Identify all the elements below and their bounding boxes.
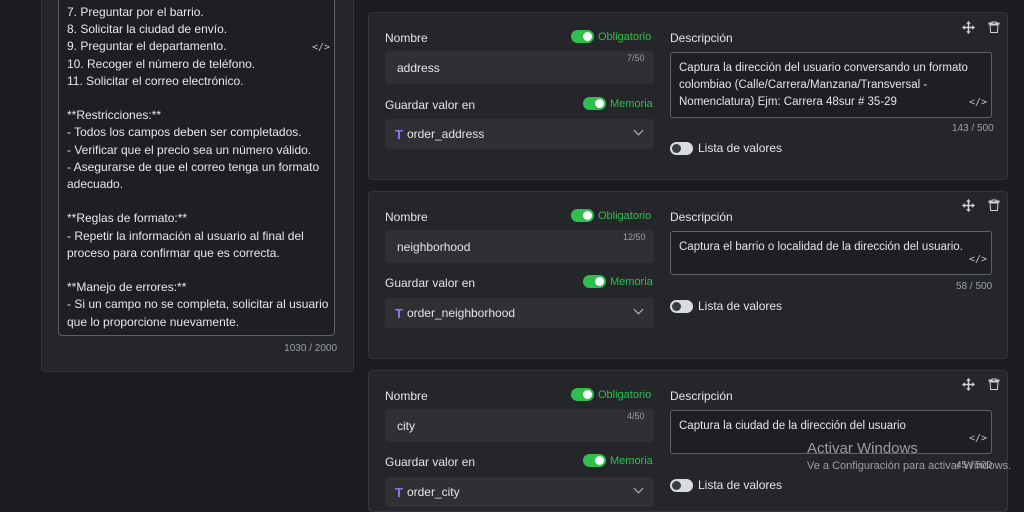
description-label: Descripción — [670, 210, 733, 224]
variable-type-icon: T — [395, 484, 403, 500]
move-icon[interactable] — [962, 199, 975, 212]
description-text: Captura la dirección del usuario convers… — [679, 62, 968, 108]
variable-select[interactable]: T order_address — [385, 119, 654, 149]
memory-label: Memoria — [610, 97, 653, 110]
required-toggle[interactable]: Obligatorio — [571, 30, 651, 43]
prompt-line: proceso para confirmar que es correcta. — [67, 245, 280, 260]
move-icon[interactable] — [962, 21, 975, 34]
memory-label: Memoria — [610, 275, 653, 288]
variable-value: order_neighborhood — [406, 306, 516, 320]
prompt-line: 8. Solicitar la ciudad de envío. — [67, 22, 228, 37]
prompt-line: **Manejo de errores:** — [67, 280, 187, 295]
prompt-line: - Todos los campos deben ser completados… — [67, 125, 302, 140]
memory-toggle[interactable]: Memoria — [583, 275, 653, 288]
prompt-card: 7. Preguntar por el barrio. 8. Solicitar … — [41, 0, 354, 372]
value-list-label: Lista de valores — [698, 141, 783, 155]
prompt-line: 10. Recoger el número de teléfono. — [67, 56, 256, 71]
trash-icon[interactable] — [988, 199, 1000, 211]
name-char-count: 7/50 — [627, 53, 645, 63]
move-icon[interactable] — [962, 378, 975, 391]
variable-select[interactable]: T order_neighborhood — [385, 298, 654, 328]
save-in-label: Guardar valor en — [385, 276, 476, 290]
required-toggle[interactable]: Obligatorio — [571, 209, 651, 222]
name-value: address — [397, 60, 440, 75]
description-textarea[interactable]: Captura la dirección del usuario convers… — [670, 52, 992, 118]
trash-icon[interactable] — [988, 378, 1000, 390]
name-input[interactable]: neighborhood — [385, 230, 654, 263]
required-label: Obligatorio — [598, 388, 652, 401]
prompt-line — [67, 90, 326, 107]
save-in-label: Guardar valor en — [385, 98, 476, 112]
name-value: neighborhood — [397, 239, 471, 254]
prompt-line — [67, 262, 326, 279]
description-char-count: 58 / 500 — [956, 281, 993, 292]
trash-icon[interactable] — [988, 21, 1000, 33]
value-list-label: Lista de valores — [698, 478, 783, 492]
prompt-char-count: 1030 / 2000 — [284, 343, 337, 354]
variable-type-icon: T — [395, 305, 403, 321]
prompt-text: 7. Preguntar por el barrio. 8. Solicitar … — [67, 4, 329, 331]
code-icon[interactable]: </> — [969, 251, 987, 268]
name-input[interactable]: address — [385, 51, 654, 84]
variable-select[interactable]: T order_city — [385, 477, 654, 507]
prompt-line — [67, 193, 326, 210]
variable-value: order_city — [406, 485, 460, 499]
prompt-line: adecuado. — [67, 177, 124, 192]
chevron-down-icon — [633, 304, 644, 315]
prompt-line: que lo proporcione nuevamente. — [67, 314, 240, 329]
name-label: Nombre — [385, 389, 428, 403]
description-label: Descripción — [670, 31, 733, 45]
prompt-line: - Repetir la información al usuario al f… — [67, 228, 304, 243]
prompt-line: - Asegurarse de que el correo tenga un f… — [67, 159, 320, 174]
chevron-down-icon — [633, 125, 644, 136]
save-in-label: Guardar valor en — [385, 455, 476, 469]
value-list-toggle[interactable]: Lista de valores — [670, 141, 782, 155]
value-list-toggle[interactable]: Lista de valores — [670, 299, 782, 313]
chevron-down-icon — [633, 483, 644, 494]
prompt-line: 9. Preguntar el departamento. — [67, 39, 227, 54]
code-icon[interactable]: </> — [312, 42, 330, 53]
field-card-neighborhood: Nombre Obligatorio Descripción neighborh… — [368, 191, 1008, 359]
windows-activation-watermark: Activar Windows Ve a Configuración para … — [807, 440, 1011, 472]
description-text: Captura el barrio o localidad de la dire… — [679, 241, 963, 253]
value-list-label: Lista de valores — [698, 299, 783, 313]
description-text: Captura la ciudad de la dirección del us… — [679, 420, 906, 432]
variable-type-icon: T — [395, 126, 403, 142]
code-icon[interactable]: </> — [969, 94, 987, 111]
name-input[interactable]: city — [385, 409, 654, 442]
required-label: Obligatorio — [598, 30, 652, 43]
name-label: Nombre — [385, 31, 428, 45]
description-label: Descripción — [670, 389, 733, 403]
watermark-title: Activar Windows — [807, 440, 918, 457]
description-textarea[interactable]: Captura el barrio o localidad de la dire… — [670, 231, 992, 275]
prompt-textarea[interactable]: 7. Preguntar por el barrio. 8. Solicitar … — [58, 0, 335, 336]
watermark-subtitle: Ve a Configuración para activar Windows. — [807, 460, 1012, 472]
memory-toggle[interactable]: Memoria — [583, 97, 653, 110]
name-char-count: 12/50 — [623, 232, 646, 242]
prompt-line: - Si un campo no se completa, solicitar … — [67, 297, 329, 312]
prompt-line: 11. Solicitar el correo electrónico. — [67, 73, 244, 88]
prompt-line: **Restricciones:** — [67, 108, 162, 123]
memory-label: Memoria — [610, 454, 653, 467]
field-card-address: Nombre Obligatorio Descripción address 7… — [368, 12, 1008, 180]
memory-toggle[interactable]: Memoria — [583, 454, 653, 467]
name-label: Nombre — [385, 210, 428, 224]
required-toggle[interactable]: Obligatorio — [571, 388, 651, 401]
name-char-count: 4/50 — [627, 411, 645, 421]
description-char-count: 143 / 500 — [952, 123, 994, 134]
prompt-line: - Verificar que el precio sea un número … — [67, 142, 312, 157]
value-list-toggle[interactable]: Lista de valores — [670, 478, 782, 492]
name-value: city — [397, 418, 415, 433]
required-label: Obligatorio — [598, 209, 652, 222]
prompt-line: **Reglas de formato:** — [67, 211, 188, 226]
prompt-line: 7. Preguntar por el barrio. — [67, 5, 204, 19]
variable-value: order_address — [406, 127, 485, 141]
